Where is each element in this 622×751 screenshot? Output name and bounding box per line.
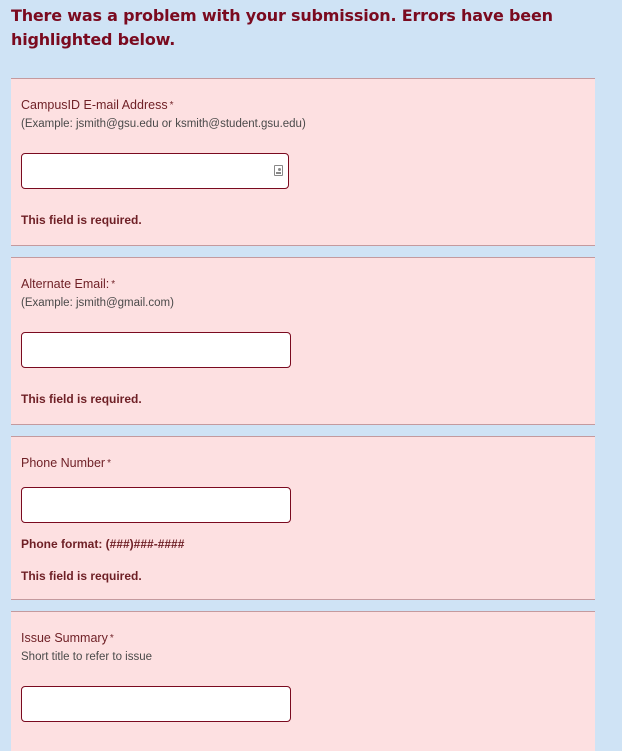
issue-summary-label: Issue Summary *: [21, 630, 585, 646]
contact-card-icon[interactable]: [274, 165, 283, 176]
campus-email-label-text: CampusID E-mail Address: [21, 98, 168, 112]
alternate-email-input[interactable]: [21, 332, 291, 368]
phone-number-error: This field is required.: [21, 569, 142, 583]
campus-email-error: This field is required.: [21, 213, 142, 227]
phone-number-input[interactable]: [21, 487, 291, 523]
alternate-email-description: (Example: jsmith@gmail.com): [21, 297, 174, 309]
campus-email-input[interactable]: [21, 153, 289, 189]
issue-summary-label-text: Issue Summary: [21, 631, 108, 645]
field-phone-number: Phone Number * Phone format: (###)###-###…: [11, 436, 595, 600]
issue-summary-input[interactable]: [21, 686, 291, 722]
required-marker: *: [169, 100, 174, 111]
campus-email-description: (Example: jsmith@gsu.edu or ksmith@stude…: [21, 118, 306, 130]
phone-format-hint: Phone format: (###)###-####: [21, 537, 185, 551]
alternate-email-label: Alternate Email: *: [21, 276, 585, 292]
phone-number-label: Phone Number *: [21, 455, 585, 471]
alternate-email-error: This field is required.: [21, 392, 142, 406]
required-marker: *: [109, 633, 114, 644]
error-banner: There was a problem with your submission…: [11, 4, 596, 52]
required-marker: *: [111, 279, 116, 290]
form: CampusID E-mail Address * (Example: jsmit…: [11, 78, 595, 751]
field-issue-summary: Issue Summary * Short title to refer to i…: [11, 611, 595, 751]
phone-number-label-text: Phone Number: [21, 456, 106, 470]
field-alternate-email: Alternate Email: * (Example: jsmith@gmail…: [11, 257, 595, 425]
error-banner-message: There was a problem with your submission…: [11, 6, 553, 49]
alternate-email-label-text: Alternate Email:: [21, 277, 110, 291]
campus-email-label: CampusID E-mail Address *: [21, 97, 585, 113]
issue-summary-description: Short title to refer to issue: [21, 651, 153, 663]
required-marker: *: [107, 458, 111, 469]
field-campus-email: CampusID E-mail Address * (Example: jsmit…: [11, 78, 595, 246]
